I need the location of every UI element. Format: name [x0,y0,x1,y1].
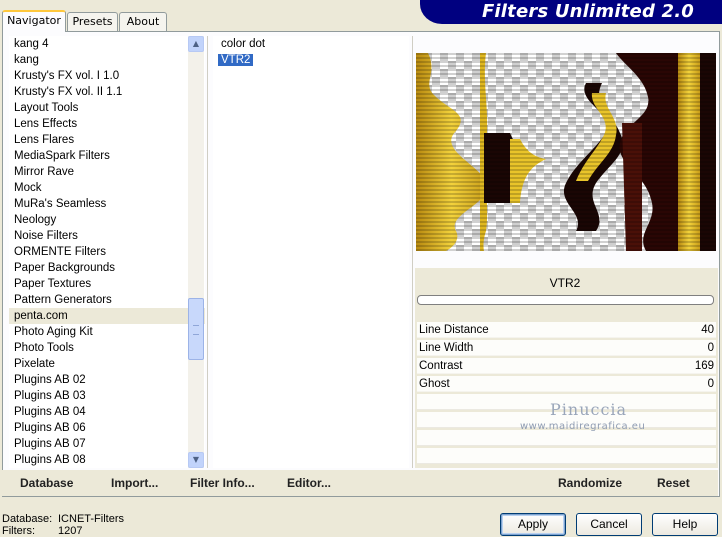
filter-item[interactable]: VTR2 [213,52,409,68]
category-item[interactable]: Krusty's FX vol. I 1.0 [9,68,205,84]
param-value: 0 [707,378,714,390]
category-item[interactable]: Plugins AB 06 [9,420,205,436]
category-item[interactable]: ORMENTE Filters [9,244,205,260]
category-item[interactable]: kang [9,52,205,68]
filter-item[interactable]: color dot [213,36,409,52]
tab-navigator[interactable]: Navigator [2,10,66,32]
category-item[interactable]: kang 4 [9,36,205,52]
status-value: ICNET-Filters [58,513,124,525]
bottom-link-bar: Database Import... Filter Info... Editor… [2,470,718,496]
list-divider [207,36,208,468]
category-item[interactable]: Lens Effects [9,116,205,132]
param-value: 0 [707,342,714,354]
category-item[interactable]: Paper Backgrounds [9,260,205,276]
category-item[interactable]: Photo Tools [9,340,205,356]
list-divider [412,36,413,468]
param-line-distance[interactable]: Line Distance 40 [417,322,716,338]
category-item[interactable]: Neology [9,212,205,228]
param-name: Ghost [419,378,450,390]
category-item[interactable]: Plugins AB 04 [9,404,205,420]
param-name: Contrast [419,360,463,372]
category-item[interactable]: Noise Filters [9,228,205,244]
param-ghost[interactable]: Ghost 0 [417,376,716,392]
category-item[interactable]: Plugins AB 02 [9,372,205,388]
category-item[interactable]: Mirror Rave [9,164,205,180]
watermark-site: www.maidiregrafica.eu [520,421,646,432]
category-item[interactable]: Mock [9,180,205,196]
param-value: 169 [694,360,714,372]
param-name: Line Width [419,342,474,354]
scroll-thumb[interactable] [188,298,204,360]
filter-settings: VTR2 Line Distance 40 Line Width 0 Contr… [415,268,718,468]
reset-link[interactable]: Reset [657,476,690,490]
preview-artwork [416,53,716,251]
filter-list[interactable]: color dot VTR2 [213,36,409,468]
tab-about[interactable]: About [119,12,167,31]
category-item[interactable]: Paper Textures [9,276,205,292]
category-item[interactable]: Plugins AB 03 [9,388,205,404]
randomize-link[interactable]: Randomize [558,476,622,490]
category-item[interactable]: Pixelate [9,356,205,372]
category-item[interactable]: Plugins AB 07 [9,436,205,452]
status-value: 1207 [58,525,83,537]
status-filters: Filters: 1207 [2,525,82,537]
cancel-button[interactable]: Cancel [576,513,642,536]
editor-link[interactable]: Editor... [287,476,331,490]
category-list[interactable]: kang 4 kang Krusty's FX vol. I 1.0 Krusty's… [9,36,205,468]
status-label: Database: [2,513,53,525]
filter-item-label: color dot [221,38,266,50]
category-item[interactable]: penta.com [9,308,205,324]
filter-item-label: VTR2 [218,54,254,66]
param-empty-row [417,430,716,446]
category-item[interactable]: Krusty's FX vol. II 1.1 [9,84,205,100]
status-database: Database: ICNET-Filters [2,513,124,525]
category-scrollbar[interactable]: ▲ ▼ [188,36,204,468]
category-item[interactable]: MuRa's Seamless [9,196,205,212]
category-item[interactable]: Pattern Generators [9,292,205,308]
filter-name-label: VTR2 [549,276,581,290]
title-banner: Filters Unlimited 2.0 [420,0,722,24]
import-link[interactable]: Import... [111,476,158,490]
tab-presets[interactable]: Presets [67,12,118,31]
preview-image [416,53,716,251]
param-contrast[interactable]: Contrast 169 [417,358,716,374]
apply-button[interactable]: Apply [500,513,566,536]
filter-info-link[interactable]: Filter Info... [190,476,255,490]
category-item[interactable]: Lens Flares [9,132,205,148]
watermark-name: Pinuccia [550,400,628,419]
param-value: 40 [701,324,714,336]
category-item[interactable]: Plugins AB 08 [9,452,205,468]
status-label: Filters: [2,525,35,537]
help-button[interactable]: Help [652,513,718,536]
scroll-down-button[interactable]: ▼ [188,452,204,468]
category-item[interactable]: MediaSpark Filters [9,148,205,164]
param-empty-row [417,448,716,464]
scroll-up-button[interactable]: ▲ [188,36,204,52]
parameter-slider[interactable] [417,295,714,305]
database-link[interactable]: Database [20,476,73,490]
category-item[interactable]: Layout Tools [9,100,205,116]
category-item[interactable]: Photo Aging Kit [9,324,205,340]
param-name: Line Distance [419,324,489,336]
param-line-width[interactable]: Line Width 0 [417,340,716,356]
app-title: Filters Unlimited 2.0 [481,1,694,22]
